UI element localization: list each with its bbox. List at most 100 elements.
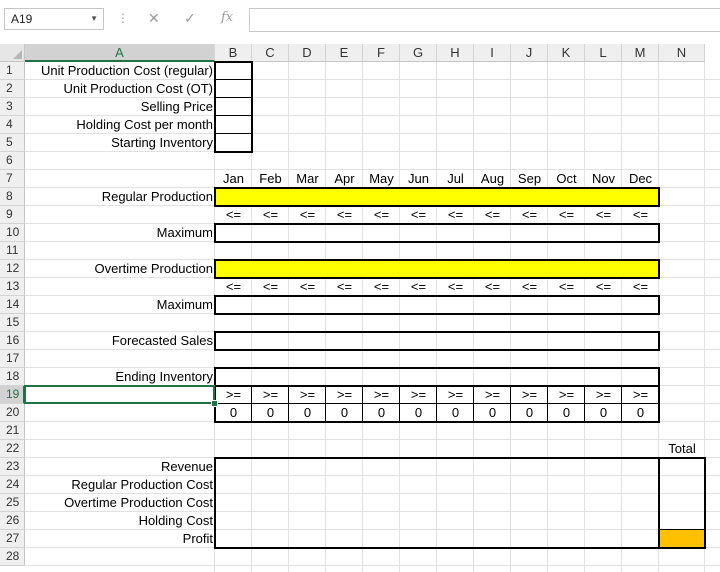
label-row-4: Holding Cost per month [76,117,213,132]
le-constraint-symbol: <= [632,207,649,222]
month-header: Oct [556,171,577,186]
column-header-e[interactable]: E [326,44,363,62]
label-row-24: Regular Production Cost [71,477,213,492]
month-header: May [369,171,394,186]
row-header-2[interactable]: 2 [0,80,25,98]
label-row-25: Overtime Production Cost [64,495,213,510]
cell-border [436,386,437,422]
parameters-input-box[interactable] [214,61,253,153]
le-constraint-symbol: <= [336,279,353,294]
formula-bar-drag-icon[interactable]: ⋮ [117,11,129,25]
profit-total-cell[interactable] [660,530,704,547]
column-header-d[interactable]: D [289,44,326,62]
row-header-23[interactable]: 23 [0,458,25,476]
enter-icon[interactable]: ✓ [184,10,196,27]
row-header-1[interactable]: 1 [0,62,25,80]
cell-border [621,386,622,422]
label-row-23: Revenue [160,459,213,474]
column-header-i[interactable]: I [474,44,511,62]
ending-inventory-row[interactable] [214,367,660,387]
le-constraint-symbol: <= [558,279,575,294]
column-header-g[interactable]: G [400,44,437,62]
column-header-b[interactable]: B [215,44,252,62]
le-constraint-symbol: <= [336,207,353,222]
column-header-k[interactable]: K [548,44,585,62]
cell-border [215,79,252,80]
fill-handle[interactable] [211,400,218,407]
row-header-27[interactable]: 27 [0,530,25,548]
cell-border [325,386,326,422]
row-header-21[interactable]: 21 [0,422,25,440]
overtime-maximum-row[interactable] [214,295,660,315]
row-header-5[interactable]: 5 [0,134,25,152]
month-header: Apr [334,171,355,186]
month-header: Feb [259,171,282,186]
column-header-n[interactable]: N [659,44,705,62]
column-header-j[interactable]: J [511,44,548,62]
column-header-f[interactable]: F [363,44,400,62]
label-row-26: Holding Cost [138,513,213,528]
label-row-5: Starting Inventory [111,135,213,150]
row-header-10[interactable]: 10 [0,224,25,242]
cell-border [215,403,659,404]
row-header-8[interactable]: 8 [0,188,25,206]
column-header-a[interactable]: A [25,44,215,62]
label-row-18: Ending Inventory [115,369,213,384]
row-header-6[interactable]: 6 [0,152,25,170]
overtime-production-row[interactable] [214,259,660,279]
row-header-3[interactable]: 3 [0,98,25,116]
row-header-17[interactable]: 17 [0,350,25,368]
label-row-12: Overtime Production [94,261,214,276]
row-header-12[interactable]: 12 [0,260,25,278]
regular-production-row[interactable] [214,187,660,207]
month-header: Mar [296,171,319,186]
row-header-9[interactable]: 9 [0,206,25,224]
selected-cell-a19[interactable] [24,385,215,404]
month-header: Jan [223,171,244,186]
le-constraint-symbol: <= [484,207,501,222]
row-header-16[interactable]: 16 [0,332,25,350]
row-header-4[interactable]: 4 [0,116,25,134]
row-header-28[interactable]: 28 [0,548,25,566]
name-box[interactable]: A19 ▼ [4,8,104,30]
column-header-h[interactable]: H [437,44,474,62]
row-header-19[interactable]: 19 [0,386,25,404]
select-all-button[interactable] [0,44,25,62]
forecasted-sales-row[interactable] [214,331,660,351]
row-header-11[interactable]: 11 [0,242,25,260]
column-header-c[interactable]: C [252,44,289,62]
label-row-14: Maximum [156,297,213,312]
insert-function-icon[interactable]: fx [221,10,233,25]
le-constraint-symbol: <= [299,279,316,294]
le-constraint-symbol: <= [521,207,538,222]
gridline [25,439,720,440]
row-header-15[interactable]: 15 [0,314,25,332]
gridline [25,565,720,566]
row-header-20[interactable]: 20 [0,404,25,422]
inventory-constraint-block[interactable] [214,385,660,423]
row-header-25[interactable]: 25 [0,494,25,512]
le-constraint-symbol: <= [521,279,538,294]
cell-border [251,386,252,422]
row-header-24[interactable]: 24 [0,476,25,494]
row-header-18[interactable]: 18 [0,368,25,386]
row-header-7[interactable]: 7 [0,170,25,188]
column-header-m[interactable]: M [622,44,659,62]
cell-border [215,133,252,134]
row-header-22[interactable]: 22 [0,440,25,458]
name-box-dropdown-icon[interactable]: ▼ [90,9,98,29]
month-header: Aug [480,171,505,186]
row-header-13[interactable]: 13 [0,278,25,296]
cost-summary-block[interactable] [214,457,660,549]
formula-input[interactable] [249,8,720,32]
column-header-l[interactable]: L [585,44,622,62]
row-header-26[interactable]: 26 [0,512,25,530]
label-row-3: Selling Price [140,99,213,114]
month-header: Jun [408,171,429,186]
worksheet-grid[interactable]: ABCDEFGHIJKLMN 1 2 3 4 5 6 7 8 9 10 11 12 13 14 15 16 17… [0,44,720,572]
regular-maximum-row[interactable] [214,223,660,243]
cancel-icon[interactable]: ✕ [148,10,160,27]
row-header-14[interactable]: 14 [0,296,25,314]
label-row-8: Regular Production [101,189,213,204]
le-constraint-symbol: <= [447,207,464,222]
